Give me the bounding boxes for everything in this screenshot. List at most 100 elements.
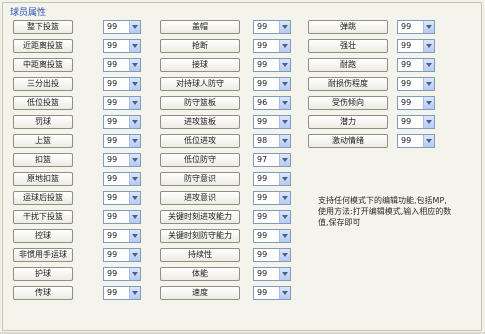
attribute-value-select[interactable]: 99 (253, 267, 291, 281)
chevron-down-icon[interactable] (279, 97, 290, 109)
chevron-down-icon[interactable] (129, 78, 140, 90)
attribute-value-select[interactable]: 99 (397, 39, 435, 53)
attribute-label-button[interactable]: 受伤倾向 (308, 96, 388, 110)
attribute-value-select[interactable]: 99 (103, 20, 141, 34)
attribute-label-button[interactable]: 防守意识 (160, 172, 240, 186)
attribute-label-button[interactable]: 耐损伤程度 (308, 77, 388, 91)
attribute-value-select[interactable]: 99 (103, 286, 141, 300)
attribute-value-select[interactable]: 99 (103, 267, 141, 281)
attribute-value-select[interactable]: 99 (253, 248, 291, 262)
attribute-value-select[interactable]: 99 (103, 191, 141, 205)
attribute-label-button[interactable]: 三分出投 (13, 77, 73, 91)
chevron-down-icon[interactable] (129, 97, 140, 109)
chevron-down-icon[interactable] (423, 40, 434, 52)
attribute-label-button[interactable]: 关键时刻防守能力 (160, 229, 240, 243)
chevron-down-icon[interactable] (129, 268, 140, 280)
attribute-value-select[interactable]: 99 (397, 20, 435, 34)
attribute-label-button[interactable]: 激动情绪 (308, 134, 388, 148)
attribute-label-button[interactable]: 强壮 (308, 39, 388, 53)
chevron-down-icon[interactable] (129, 135, 140, 147)
attribute-label-button[interactable]: 低位防守 (160, 153, 240, 167)
attribute-value-select[interactable]: 99 (397, 58, 435, 72)
attribute-label-button[interactable]: 非惯用手运球 (13, 248, 73, 262)
chevron-down-icon[interactable] (129, 230, 140, 242)
chevron-down-icon[interactable] (279, 192, 290, 204)
chevron-down-icon[interactable] (279, 287, 290, 299)
chevron-down-icon[interactable] (423, 116, 434, 128)
chevron-down-icon[interactable] (129, 249, 140, 261)
attribute-value-select[interactable]: 99 (103, 210, 141, 224)
attribute-label-button[interactable]: 持续性 (160, 248, 240, 262)
chevron-down-icon[interactable] (129, 154, 140, 166)
attribute-value-select[interactable]: 99 (103, 229, 141, 243)
attribute-value-select[interactable]: 97 (253, 153, 291, 167)
attribute-label-button[interactable]: 接球 (160, 58, 240, 72)
attribute-value-select[interactable]: 99 (397, 115, 435, 129)
attribute-value-select[interactable]: 99 (103, 248, 141, 262)
attribute-label-button[interactable]: 罚球 (13, 115, 73, 129)
attribute-label-button[interactable]: 进攻意识 (160, 191, 240, 205)
attribute-label-button[interactable]: 弹跳 (308, 20, 388, 34)
chevron-down-icon[interactable] (279, 230, 290, 242)
chevron-down-icon[interactable] (129, 211, 140, 223)
chevron-down-icon[interactable] (279, 249, 290, 261)
attribute-label-button[interactable]: 低位投篮 (13, 96, 73, 110)
chevron-down-icon[interactable] (423, 97, 434, 109)
attribute-value-select[interactable]: 99 (253, 39, 291, 53)
attribute-label-button[interactable]: 近距离投篮 (13, 39, 73, 53)
chevron-down-icon[interactable] (129, 173, 140, 185)
chevron-down-icon[interactable] (279, 268, 290, 280)
attribute-label-button[interactable]: 原地扣篮 (13, 172, 73, 186)
attribute-label-button[interactable]: 潜力 (308, 115, 388, 129)
attribute-value-select[interactable]: 99 (397, 77, 435, 91)
chevron-down-icon[interactable] (423, 59, 434, 71)
attribute-label-button[interactable]: 控球 (13, 229, 73, 243)
attribute-value-select[interactable]: 99 (397, 96, 435, 110)
attribute-label-button[interactable]: 护球 (13, 267, 73, 281)
attribute-label-button[interactable]: 运球后投篮 (13, 191, 73, 205)
attribute-label-button[interactable]: 上篮 (13, 134, 73, 148)
chevron-down-icon[interactable] (423, 78, 434, 90)
attribute-value-select[interactable]: 99 (103, 77, 141, 91)
chevron-down-icon[interactable] (279, 135, 290, 147)
attribute-value-select[interactable]: 99 (253, 20, 291, 34)
attribute-label-button[interactable]: 速度 (160, 286, 240, 300)
attribute-value-select[interactable]: 98 (253, 134, 291, 148)
attribute-label-button[interactable]: 体能 (160, 267, 240, 281)
attribute-label-button[interactable]: 中距离投篮 (13, 58, 73, 72)
attribute-label-button[interactable]: 进攻篮板 (160, 115, 240, 129)
attribute-value-select[interactable]: 99 (103, 39, 141, 53)
attribute-label-button[interactable]: 抢断 (160, 39, 240, 53)
chevron-down-icon[interactable] (129, 21, 140, 33)
attribute-value-select[interactable]: 99 (397, 134, 435, 148)
chevron-down-icon[interactable] (129, 59, 140, 71)
chevron-down-icon[interactable] (279, 211, 290, 223)
attribute-value-select[interactable]: 99 (103, 96, 141, 110)
chevron-down-icon[interactable] (279, 78, 290, 90)
chevron-down-icon[interactable] (129, 40, 140, 52)
attribute-value-select[interactable]: 99 (253, 77, 291, 91)
attribute-value-select[interactable]: 99 (103, 115, 141, 129)
chevron-down-icon[interactable] (279, 21, 290, 33)
attribute-value-select[interactable]: 99 (103, 134, 141, 148)
chevron-down-icon[interactable] (423, 135, 434, 147)
attribute-label-button[interactable]: 扣篮 (13, 153, 73, 167)
attribute-value-select[interactable]: 99 (103, 58, 141, 72)
chevron-down-icon[interactable] (129, 116, 140, 128)
chevron-down-icon[interactable] (279, 40, 290, 52)
attribute-label-button[interactable]: 对持球人防守 (160, 77, 240, 91)
attribute-label-button[interactable]: 关键时刻进攻能力 (160, 210, 240, 224)
chevron-down-icon[interactable] (129, 192, 140, 204)
attribute-value-select[interactable]: 99 (253, 172, 291, 186)
attribute-value-select[interactable]: 99 (103, 153, 141, 167)
chevron-down-icon[interactable] (279, 173, 290, 185)
attribute-value-select[interactable]: 99 (253, 58, 291, 72)
chevron-down-icon[interactable] (279, 59, 290, 71)
chevron-down-icon[interactable] (129, 287, 140, 299)
attribute-value-select[interactable]: 96 (253, 96, 291, 110)
attribute-value-select[interactable]: 99 (253, 229, 291, 243)
attribute-value-select[interactable]: 99 (103, 172, 141, 186)
attribute-label-button[interactable]: 耐跑 (308, 58, 388, 72)
attribute-label-button[interactable]: 传球 (13, 286, 73, 300)
attribute-label-button[interactable]: 整下投篮 (13, 20, 73, 34)
